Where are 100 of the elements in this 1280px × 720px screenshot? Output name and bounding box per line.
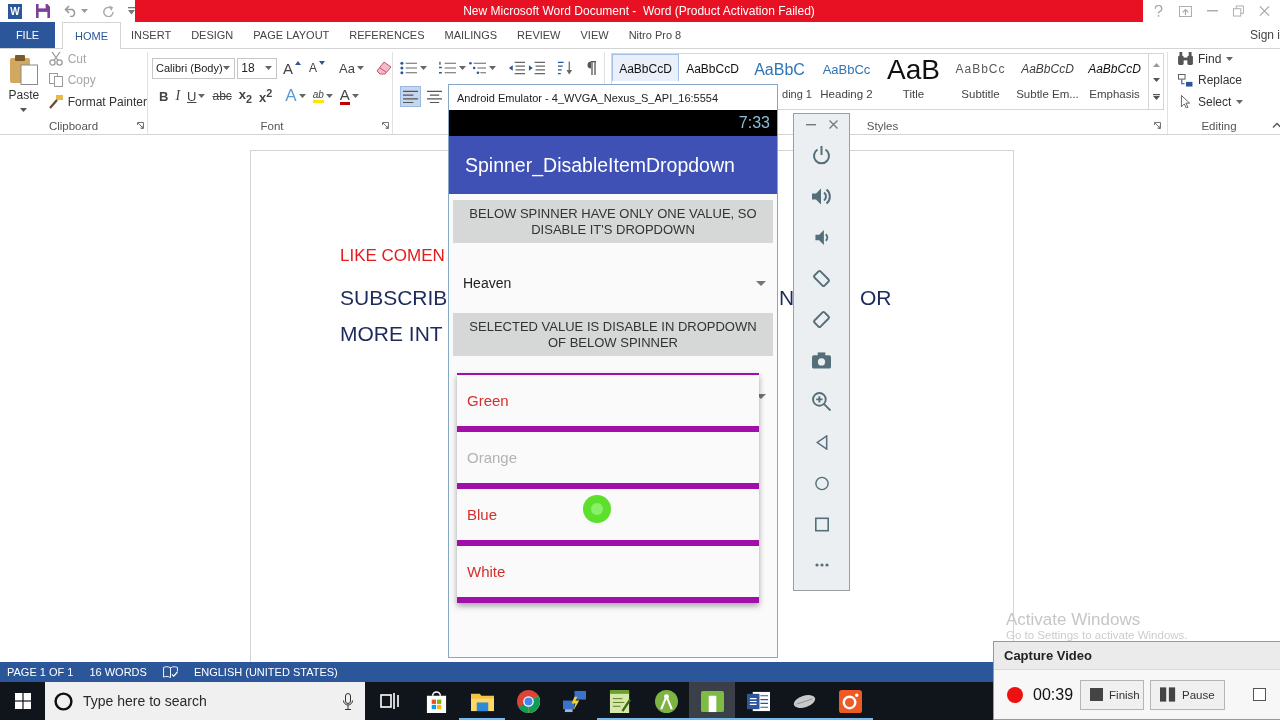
- dropdown-item[interactable]: White: [457, 546, 759, 603]
- style-option[interactable]: AaBbCc: [813, 54, 880, 81]
- ribbon-tab[interactable]: REFERENCES: [339, 22, 435, 48]
- caret-icon[interactable]: [459, 66, 466, 70]
- sort-icon[interactable]: [557, 61, 574, 75]
- undo-icon[interactable]: [64, 5, 78, 17]
- file-tab[interactable]: FILE: [0, 22, 55, 48]
- finish-button[interactable]: Finish: [1080, 679, 1145, 710]
- ribbon-tab[interactable]: DESIGN: [181, 22, 244, 48]
- multilevel-list-icon[interactable]: [469, 61, 486, 75]
- tilted-phone-icon[interactable]: [812, 269, 831, 288]
- caret-icon[interactable]: [420, 66, 427, 70]
- close-icon[interactable]: [828, 120, 838, 129]
- font-size-field[interactable]: 18: [237, 57, 278, 79]
- align-left-button[interactable]: [400, 85, 421, 107]
- more-caret-icon[interactable]: [1152, 94, 1160, 101]
- change-case-button[interactable]: Aa: [337, 57, 366, 79]
- select-button[interactable]: Select: [1178, 91, 1260, 113]
- format-painter-button[interactable]: Format Painter: [48, 91, 147, 113]
- ribbon-tab[interactable]: Nitro Pro 8: [618, 22, 692, 48]
- tilted-phone-icon[interactable]: [812, 310, 831, 329]
- find-button[interactable]: Find: [1178, 48, 1260, 70]
- subscript-button[interactable]: x$_{2}$: [236, 85, 255, 107]
- caret-icon[interactable]: [298, 94, 306, 98]
- scroll-down-icon[interactable]: [1152, 78, 1160, 83]
- paste-button[interactable]: Paste: [5, 52, 43, 117]
- corner-arrow-icon[interactable]: [382, 122, 389, 129]
- caret-icon[interactable]: [325, 94, 333, 98]
- windows-logo-icon[interactable]: [14, 693, 31, 709]
- caret-icon[interactable]: [198, 94, 206, 98]
- strikethrough-button[interactable]: abc: [210, 85, 234, 107]
- minimize-icon[interactable]: [805, 123, 816, 126]
- chevron-up-icon[interactable]: [1272, 122, 1280, 128]
- bold-button[interactable]: B: [157, 85, 171, 107]
- camera-icon[interactable]: [812, 351, 831, 370]
- zoom-in-icon[interactable]: [812, 392, 831, 411]
- replace-button[interactable]: Replace: [1178, 69, 1260, 91]
- corner-arrow-icon[interactable]: [137, 122, 144, 129]
- back-icon[interactable]: [814, 435, 829, 450]
- group-label: Clipboard: [48, 119, 99, 132]
- shrink-font-button[interactable]: A: [307, 57, 328, 79]
- superscript-button[interactable]: x$^{2}$: [257, 85, 275, 107]
- save-icon[interactable]: [36, 4, 50, 18]
- caret-icon[interactable]: [351, 94, 359, 98]
- caret-icon[interactable]: [1226, 56, 1234, 61]
- dropdown-item[interactable]: Green: [457, 375, 759, 432]
- font-name-field[interactable]: Calibri (Body): [152, 57, 236, 79]
- spinner[interactable]: Heaven: [453, 263, 773, 303]
- style-option[interactable]: AaBbCcD: [1014, 54, 1081, 81]
- increase-indent-icon[interactable]: [528, 61, 545, 75]
- checkbox[interactable]: [1253, 688, 1267, 701]
- style-option[interactable]: AaB: [880, 54, 947, 81]
- ribbon-tab[interactable]: MAILINGS: [434, 22, 508, 48]
- underline-button[interactable]: U: [185, 85, 208, 107]
- book-check-icon[interactable]: [162, 666, 178, 678]
- pause-button[interactable]: Pause: [1150, 679, 1226, 710]
- ribbon-tab[interactable]: PAGE LAYOUT: [243, 22, 340, 48]
- swap-boxes-icon: [1178, 73, 1193, 87]
- compass-icon: [654, 689, 678, 713]
- ribbon-tab[interactable]: VIEW: [570, 22, 619, 48]
- search-field[interactable]: Type here to search: [45, 682, 365, 720]
- style-option[interactable]: AaBbCcD: [1081, 54, 1148, 81]
- caret-icon[interactable]: [357, 66, 364, 70]
- info-label: BELOW SPINNER HAVE ONLY ONE VALUE, SO DISABLE IT'S DROPDOWN: [453, 200, 773, 243]
- ribbon-tab[interactable]: INSERT: [121, 22, 182, 48]
- microphone-icon[interactable]: [343, 692, 353, 710]
- style-option[interactable]: AaBbCc: [947, 54, 1014, 81]
- style-option[interactable]: AaBbCcD: [679, 54, 746, 81]
- status-text[interactable]: ENGLISH (UNITED STATES): [193, 666, 338, 678]
- status-text[interactable]: PAGE 1 OF 1: [7, 666, 74, 678]
- caret-icon[interactable]: [1236, 99, 1244, 104]
- more-caret-icon[interactable]: [128, 7, 135, 15]
- ribbon-tab[interactable]: REVIEW: [507, 22, 571, 48]
- highlight-button[interactable]: ab: [310, 85, 335, 107]
- caret-icon[interactable]: [20, 108, 28, 112]
- style-option[interactable]: AaBbCcD: [612, 54, 679, 81]
- corner-arrow-icon[interactable]: [1154, 122, 1161, 129]
- italic-button[interactable]: I: [173, 85, 183, 107]
- volume-down-icon[interactable]: [814, 230, 829, 245]
- home-icon[interactable]: [814, 476, 829, 491]
- decrease-indent-icon[interactable]: [508, 61, 525, 75]
- pilcrow-icon[interactable]: [586, 61, 596, 75]
- caret-icon[interactable]: [489, 66, 496, 70]
- volume-up-icon[interactable]: [812, 187, 831, 206]
- overview-icon[interactable]: [814, 517, 829, 532]
- font-color-button[interactable]: A: [337, 85, 361, 107]
- sign-in-link[interactable]: Sign i: [1249, 22, 1280, 48]
- numbered-list-icon[interactable]: [439, 61, 456, 75]
- caret-icon[interactable]: [223, 66, 231, 70]
- power-icon[interactable]: [812, 146, 831, 165]
- scroll-up-icon[interactable]: [1152, 62, 1160, 67]
- taskbar-button[interactable]: [689, 682, 735, 720]
- status-text[interactable]: 16 WORDS: [89, 666, 147, 678]
- ribbon-tab[interactable]: HOME: [62, 22, 121, 49]
- grow-font-button[interactable]: A: [281, 57, 304, 79]
- more-icon[interactable]: [814, 563, 829, 567]
- bullet-list-icon[interactable]: [400, 61, 417, 75]
- caret-icon[interactable]: [265, 66, 273, 70]
- style-option[interactable]: AaBbC: [746, 54, 813, 81]
- eraser-icon[interactable]: [376, 61, 392, 75]
